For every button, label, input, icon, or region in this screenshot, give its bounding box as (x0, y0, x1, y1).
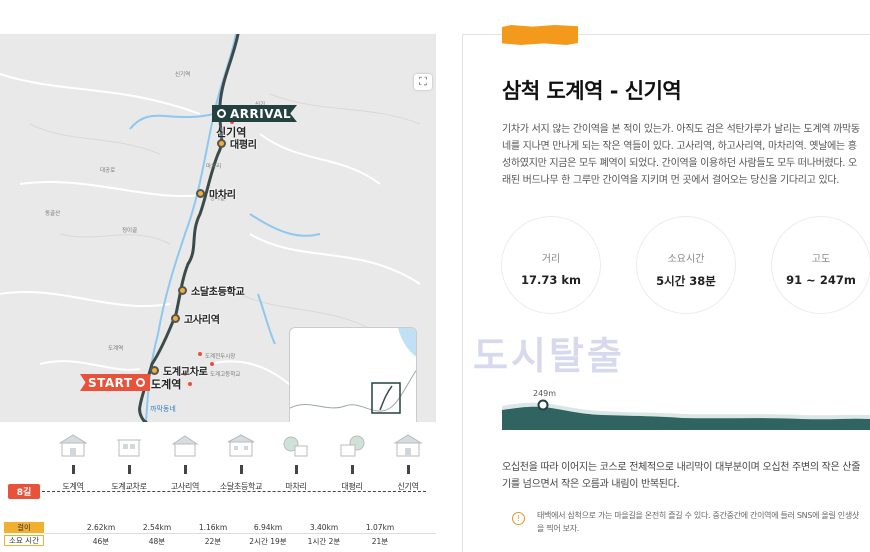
station-building-icon (393, 432, 423, 458)
start-label: START (88, 375, 133, 390)
expand-icon[interactable]: ⛶ (414, 74, 432, 90)
course-title: 삼척 도계역 - 신기역 (502, 79, 682, 103)
segment-time: 46분 (92, 537, 110, 546)
segment-distance: 2.54km (142, 523, 172, 532)
timeline-stop-name: 도계역 (62, 482, 84, 491)
stat-key: 거리 (541, 254, 561, 265)
stat-key: 소요시간 (667, 254, 705, 265)
stop-marker-icon (196, 189, 205, 198)
trail-badge: 8길 (8, 484, 40, 499)
timeline-stop[interactable]: 도계역 (43, 422, 103, 492)
segment-distance: 3.40km (309, 523, 339, 532)
accent-brush (502, 25, 578, 45)
course-tip: ! 태백에서 삼척으로 가는 마을길을 온전히 즐길 수 있다. 중간중간에 간… (512, 509, 862, 535)
distance-row-label: 걸이 (4, 522, 44, 533)
map-stop[interactable]: 마차리 (196, 186, 236, 201)
course-summary: 오십천을 따라 이어지는 코스로 전체적으로 내리막이 대부분이며 오십천 주변… (502, 462, 861, 490)
timeline-stop[interactable]: 고사리역 (155, 422, 215, 492)
timeline-stop[interactable]: 마차리 (266, 422, 326, 492)
map-stop-label: 고사리역 (184, 315, 220, 326)
elevation-peak-label: 249m (533, 389, 557, 398)
arrival-flag: ARRIVAL (212, 105, 297, 122)
stat-duration: 소요시간 5시간 38분 (636, 216, 736, 314)
stat-value: 17.73 km (520, 273, 581, 287)
elevation-profile (502, 399, 870, 430)
route-map[interactable]: 신기역 신기 대공로 마차리 동막골 정이골 동골산 도계역 도계전두시장 도계… (0, 34, 436, 422)
segment-time: 21분 (371, 537, 389, 546)
timeline-stop-name: 소달초등학교 (219, 482, 263, 491)
map-stop[interactable]: 소달초등학교 (178, 283, 245, 298)
segment-distance: 6.94km (253, 523, 283, 532)
course-description: 기차가 서지 않는 간이역을 본 적이 있는가. 아직도 검은 석탄가루가 날리… (502, 124, 860, 186)
crossroad-icon (115, 432, 143, 458)
course-tip-text: 태백에서 삼척으로 가는 마을길을 온전히 즐길 수 있다. 중간중간에 간이역… (537, 511, 859, 533)
route-timeline: 8길 도계역 도계교차로 고사리역 소달초등학교 마차리 대평리 신기역 걸이 … (0, 422, 436, 552)
arrival-label: ARRIVAL (230, 106, 292, 121)
timeline-stop[interactable]: 도계교차로 (99, 422, 159, 492)
timeline-stop-name: 고사리역 (170, 482, 200, 491)
stop-marker-icon (178, 286, 187, 295)
school-icon (227, 432, 255, 458)
start-flag: START (80, 374, 150, 391)
timeline-stop[interactable]: 신기역 (378, 422, 438, 492)
timeline-stop[interactable]: 소달초등학교 (211, 422, 271, 492)
segment-time: 2시간 19분 (249, 537, 287, 546)
segment-distance: 2.62km (86, 523, 116, 532)
station-building-icon (58, 432, 88, 458)
segment-time: 48분 (148, 537, 166, 546)
stat-key: 고도 (811, 254, 831, 265)
timeline-stop[interactable]: 대평리 (322, 422, 382, 492)
stop-marker-icon (217, 139, 226, 148)
timeline-stop-name: 마차리 (285, 482, 307, 491)
map-stop-label: 마차리 (209, 190, 236, 201)
watermark: 도시탈출 (473, 334, 625, 378)
map-stop-label: 소달초등학교 (191, 287, 245, 298)
info-icon: ! (512, 512, 525, 525)
arrival-ring-icon (217, 109, 226, 118)
timeline-stop-name: 대평리 (341, 482, 363, 491)
time-row-label: 소요 시간 (4, 535, 44, 546)
panel-gutter (436, 0, 462, 552)
village-trees-icon (338, 432, 366, 458)
village-trees-icon (282, 432, 310, 458)
map-stop[interactable]: 고사리역 (171, 311, 220, 326)
stat-distance: 거리 17.73 km (501, 216, 601, 314)
segment-time: 1시간 2분 (307, 537, 341, 546)
segment-distance: 1.16km (198, 523, 228, 532)
stat-elevation: 고도 91 ~ 247m (771, 216, 870, 314)
timeline-stop-name: 신기역 (397, 482, 419, 491)
bottom-place-label: 까막동네 (150, 405, 176, 413)
stop-marker-icon (171, 314, 180, 323)
timeline-stop-name: 도계교차로 (111, 482, 147, 491)
map-stop[interactable]: 대평리 (217, 136, 257, 151)
segment-time: 22분 (204, 537, 222, 546)
mini-map[interactable] (289, 327, 417, 422)
stat-value: 91 ~ 247m (786, 273, 856, 287)
map-stop-label: 대평리 (230, 140, 257, 151)
station-building-icon (171, 432, 199, 458)
mini-map-drawing (290, 328, 416, 414)
segment-distance: 1.07km (365, 523, 395, 532)
start-ring-icon (136, 378, 145, 387)
stop-marker-icon (150, 366, 159, 375)
stat-value: 5시간 38분 (656, 274, 716, 288)
row-divider (44, 533, 436, 534)
start-station-label: 도계역 (151, 378, 182, 391)
